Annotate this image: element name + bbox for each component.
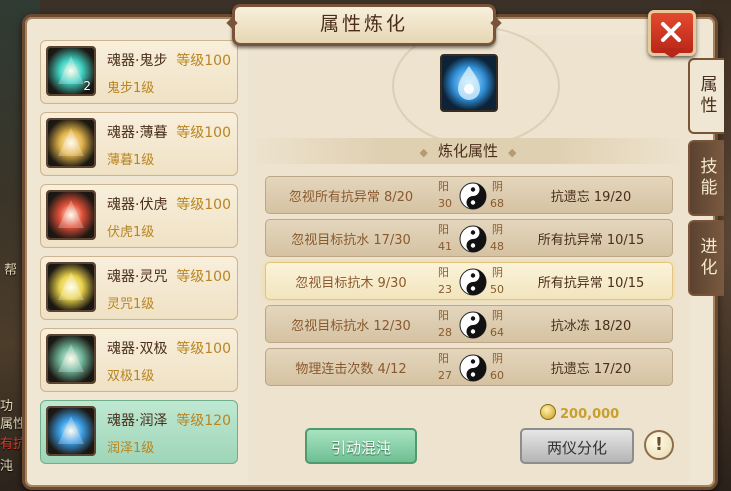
spirit-curse-icon	[46, 262, 96, 312]
soul-name: 魂器·灵咒	[107, 269, 168, 285]
cost-display: 200,000	[540, 404, 619, 422]
ghost-step-icon: 2	[46, 46, 96, 96]
soul-name: 魂器·鬼步	[107, 53, 168, 69]
yin-yang-balance: 阳 41 阴 48	[436, 220, 508, 258]
soul-level: 等级100	[176, 125, 231, 141]
yang-label: 阳	[438, 266, 449, 279]
yin-attribute: 抗遗忘 17/20	[550, 362, 632, 377]
yang-attribute: 物理连击次数 4/12	[295, 362, 407, 377]
soul-name: 魂器·润泽	[107, 413, 168, 429]
yin-label: 阴	[492, 266, 503, 279]
yang-value: 28	[438, 326, 452, 339]
soul-name: 魂器·薄暮	[107, 125, 168, 141]
yin-label: 阴	[492, 180, 503, 193]
side-hud-text: 帮	[4, 263, 18, 278]
soul-level: 等级100	[176, 269, 231, 285]
moisture-icon	[46, 406, 96, 456]
yang-value: 41	[438, 240, 452, 253]
taiji-icon	[459, 182, 487, 210]
yin-yang-balance: 阳 30 阴 68	[436, 177, 508, 215]
ornament-right: ◆	[508, 146, 517, 159]
yang-attribute: 忽视所有抗异常 8/20	[288, 190, 414, 205]
soul-skill-level: 润泽1级	[107, 441, 155, 456]
yang-value: 23	[438, 283, 452, 296]
refine-row[interactable]: 忽视目标抗水 12/30 阳 28 阴 64 抗冰冻 18/20	[265, 305, 673, 343]
yin-label: 阴	[492, 309, 503, 322]
refine-row[interactable]: 物理连击次数 4/12 阳 27 阴 60 抗遗忘 17/20	[265, 348, 673, 386]
soul-list-item[interactable]: 魂器·灵咒 等级100 灵咒1级	[40, 256, 238, 320]
yin-value: 64	[490, 326, 504, 339]
soul-level: 等级100	[176, 197, 231, 213]
soul-name: 魂器·双极	[107, 341, 168, 357]
info-button[interactable]: !	[644, 430, 674, 460]
refine-row[interactable]: 忽视所有抗异常 8/20 阳 30 阴 68 抗遗忘 19/20	[265, 176, 673, 214]
yin-value: 60	[490, 369, 504, 382]
yin-value: 50	[490, 283, 504, 296]
soul-skill-level: 双极1级	[107, 369, 155, 384]
split-button[interactable]: 两仪分化	[520, 428, 634, 464]
soul-list-item[interactable]: 魂器·薄暮 等级100 薄暮1级	[40, 112, 238, 176]
yin-label: 阴	[492, 223, 503, 236]
soul-list-item[interactable]: 2 魂器·鬼步 等级100 鬼步1级	[40, 40, 238, 104]
refine-row[interactable]: 忽视目标抗水 17/30 阳 41 阴 48 所有抗异常 10/15	[265, 219, 673, 257]
yin-attribute: 所有抗异常 10/15	[537, 233, 645, 248]
section-title: ◆ 炼化属性 ◆	[252, 138, 684, 164]
soul-list: 2 魂器·鬼步 等级100 鬼步1级 魂器·薄暮 等级100 薄暮1级 魂器·伏虎 等级100 伏…	[40, 40, 240, 472]
soul-list-item[interactable]: 魂器·伏虎 等级100 伏虎1级	[40, 184, 238, 248]
yin-attribute: 抗冰冻 18/20	[550, 319, 632, 334]
soul-skill-level: 鬼步1级	[107, 81, 155, 96]
soul-skill-level: 灵咒1级	[107, 297, 155, 312]
side-hud-text: 沌	[0, 459, 14, 474]
yin-yang-balance: 阳 27 阴 60	[436, 349, 508, 387]
yin-value: 48	[490, 240, 504, 253]
yang-label: 阳	[438, 180, 449, 193]
soul-skill-level: 薄暮1级	[107, 153, 155, 168]
soul-skill-level: 伏虎1级	[107, 225, 155, 240]
yin-attribute: 抗遗忘 19/20	[550, 190, 632, 205]
moisture-icon	[442, 56, 496, 110]
cost-amount: 200,000	[560, 407, 620, 422]
close-button[interactable]	[648, 10, 696, 58]
refine-row[interactable]: 忽视目标抗木 9/30 阳 23 阴 50 所有抗异常 10/15	[265, 262, 673, 300]
yang-attribute: 忽视目标抗木 9/30	[295, 276, 407, 291]
tab-evolve[interactable]: 进化	[688, 220, 724, 296]
soul-list-item[interactable]: 魂器·润泽 等级120 润泽1级	[40, 400, 238, 464]
chaos-button[interactable]: 引动混沌	[305, 428, 417, 464]
taiji-icon	[459, 311, 487, 339]
dual-pole-icon	[46, 334, 96, 384]
section-title-text: 炼化属性	[437, 142, 498, 160]
ornament-left: ◆	[419, 146, 428, 159]
soul-name: 魂器·伏虎	[107, 197, 168, 213]
yang-value: 27	[438, 369, 452, 382]
yin-yang-balance: 阳 28 阴 64	[436, 306, 508, 344]
yang-label: 阳	[438, 223, 449, 236]
yang-label: 阳	[438, 352, 449, 365]
taiji-icon	[459, 225, 487, 253]
yin-label: 阴	[492, 352, 503, 365]
taiji-icon	[459, 268, 487, 296]
tiger-icon	[46, 190, 96, 240]
selected-soul-preview[interactable]	[440, 54, 498, 112]
yang-attribute: 忽视目标抗水 17/30	[291, 233, 411, 248]
tab-skills[interactable]: 技能	[688, 140, 724, 216]
window-title: 属性炼化	[232, 4, 496, 46]
tab-attributes[interactable]: 属性	[688, 58, 724, 134]
yang-label: 阳	[438, 309, 449, 322]
close-icon	[661, 22, 681, 42]
taiji-icon	[459, 354, 487, 382]
yin-attribute: 所有抗异常 10/15	[537, 276, 645, 291]
close-button-tail	[657, 48, 687, 58]
coin-icon	[540, 404, 556, 420]
soul-list-item[interactable]: 魂器·双极 等级100 双极1级	[40, 328, 238, 392]
soul-level: 等级120	[176, 413, 231, 429]
soul-level: 等级100	[176, 53, 231, 69]
soul-count: 2	[83, 79, 91, 93]
soul-level: 等级100	[176, 341, 231, 357]
yang-attribute: 忽视目标抗水 12/30	[291, 319, 411, 334]
side-hud-text: 功	[0, 399, 14, 414]
yin-value: 68	[490, 197, 504, 210]
yang-value: 30	[438, 197, 452, 210]
yin-yang-balance: 阳 23 阴 50	[436, 263, 508, 301]
twilight-icon	[46, 118, 96, 168]
